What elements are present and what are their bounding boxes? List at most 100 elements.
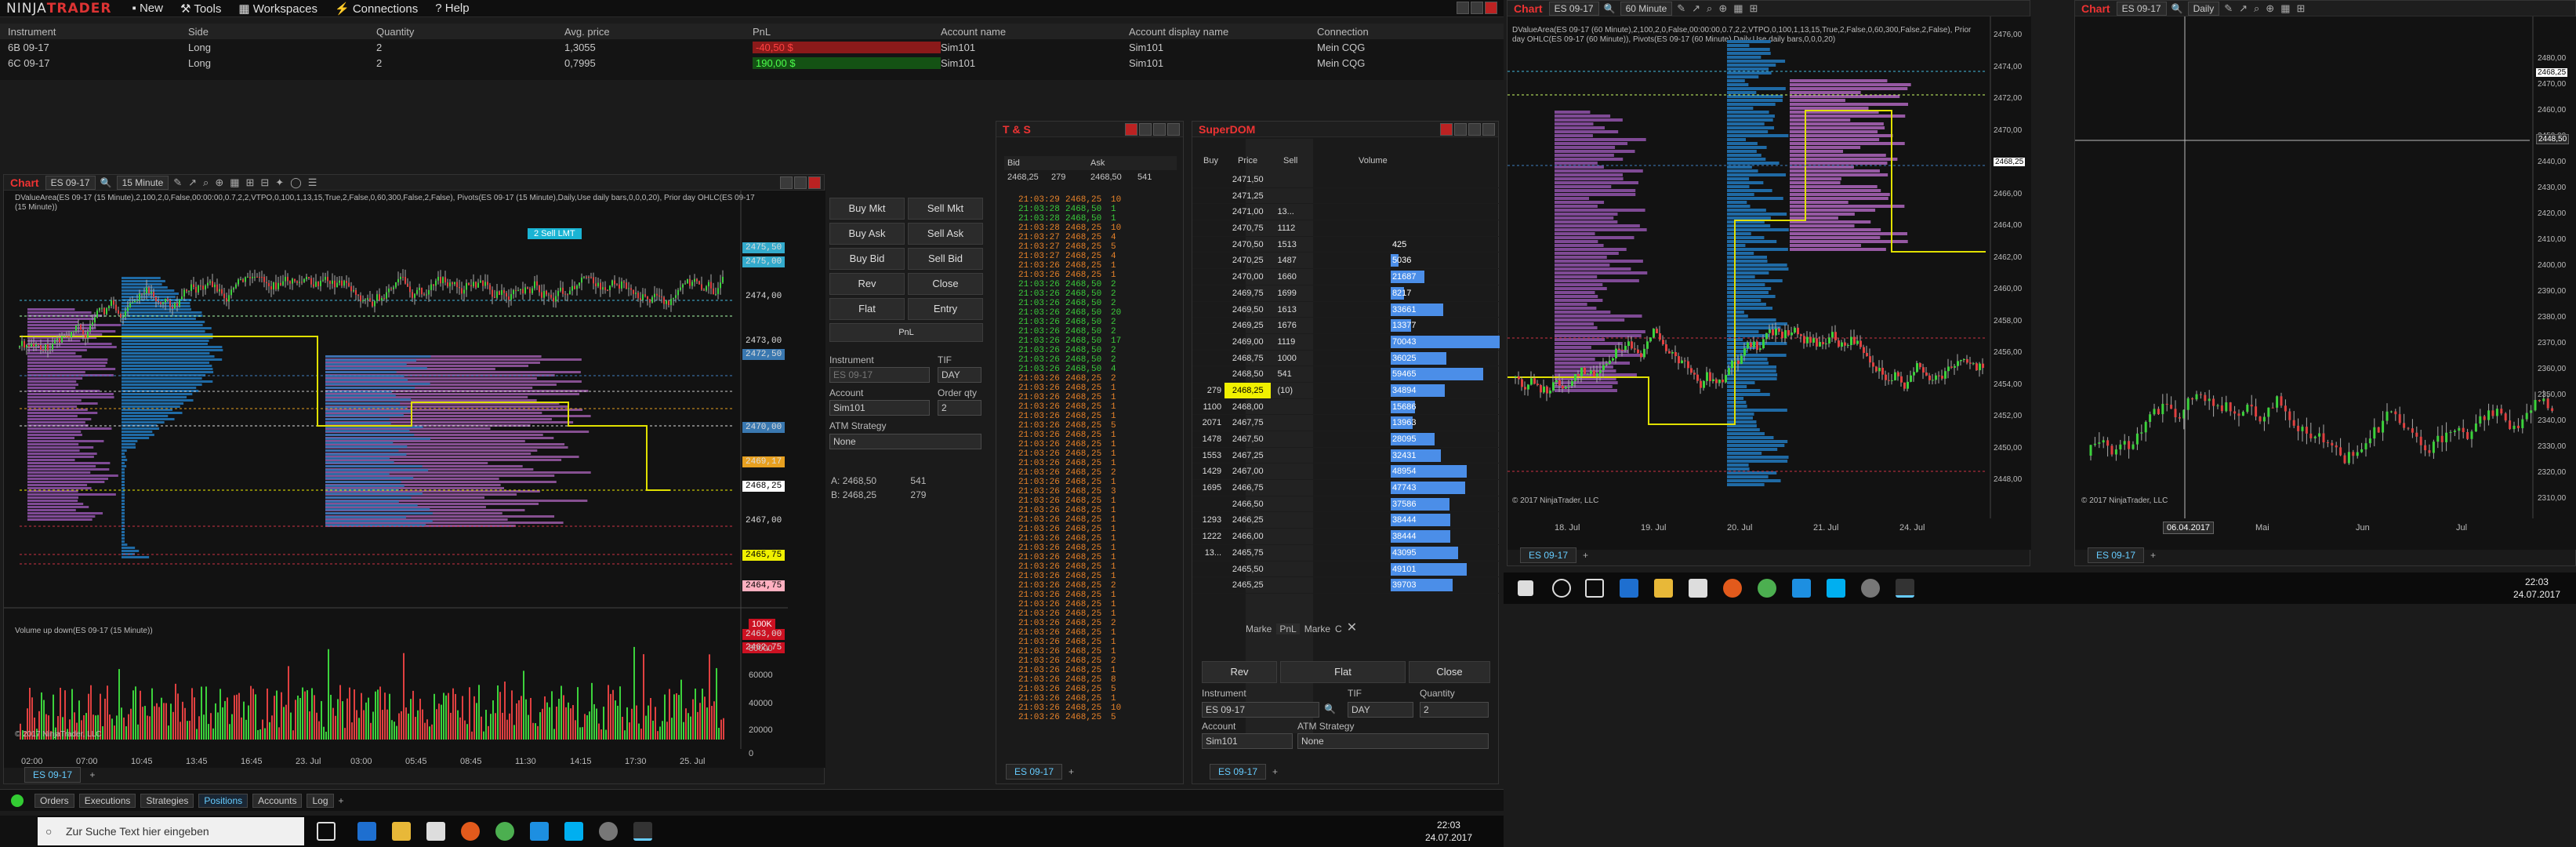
minimize-button[interactable]	[1139, 123, 1152, 136]
col-side[interactable]: Side	[188, 26, 376, 38]
search-icon[interactable]: 🔍	[100, 177, 112, 188]
app-icon[interactable]	[599, 822, 618, 841]
dom-row[interactable]: 2465,25 39703	[1192, 577, 1500, 594]
atm-strategy-select[interactable]: None	[829, 434, 981, 449]
chrome-icon[interactable]	[495, 822, 514, 841]
tab-positions[interactable]: Positions	[198, 794, 249, 808]
store-icon[interactable]	[1689, 579, 1707, 598]
ts-tab[interactable]: ES 09-17	[1006, 764, 1063, 780]
app-icon[interactable]	[1792, 579, 1811, 598]
dom-row[interactable]: 2469,00 1119 70043	[1192, 334, 1500, 351]
maximize-button[interactable]	[1153, 123, 1166, 136]
sell-market-button[interactable]: Sell Mkt	[908, 198, 983, 220]
dom-row[interactable]: 2471,00 13...	[1192, 204, 1500, 221]
dom-row[interactable]: 2471,25	[1192, 188, 1500, 205]
pnl-toggle[interactable]: PnL	[1276, 623, 1300, 634]
chart-canvas[interactable]: DValueArea(ES 09-17 (15 Minute),2,100,2,…	[4, 191, 825, 768]
tab-orders[interactable]: Orders	[34, 794, 74, 808]
instrument-field[interactable]: ES 09-17	[829, 367, 930, 383]
chart-canvas[interactable]: © 2017 NinjaTrader, LLC 06.04.2017 2480,…	[2075, 16, 2576, 550]
col-account-name[interactable]: Account name	[941, 26, 1129, 38]
app-icon[interactable]	[530, 822, 549, 841]
add-tab-button[interactable]: +	[1583, 550, 1588, 561]
menu-help[interactable]: ? Help	[435, 2, 469, 16]
interval-selector[interactable]: 60 Minute	[1620, 1, 1673, 16]
add-tab-button[interactable]: +	[339, 795, 344, 806]
restore-button[interactable]	[1167, 123, 1180, 136]
skype-icon[interactable]	[1827, 579, 1845, 598]
sell-ask-button[interactable]: Sell Ask	[908, 223, 983, 245]
add-tab-button[interactable]: +	[2150, 550, 2156, 561]
ninjatrader-taskbar-icon[interactable]	[633, 822, 652, 841]
marker-button[interactable]: Marke	[1246, 623, 1272, 634]
dom-row[interactable]: 2468,75 1000 36025	[1192, 351, 1500, 367]
firefox-icon[interactable]	[1723, 579, 1742, 598]
table-row[interactable]: 6C 09-17 Long 2 0,7995 190,00 $ Sim101 Sim101 M…	[0, 55, 1504, 71]
reverse-button[interactable]: Rev	[829, 273, 905, 295]
drawing-tools-icons[interactable]: ✎↗⌕⊕▦⊞	[2224, 2, 2311, 15]
quantity-stepper[interactable]: 2	[938, 400, 981, 416]
menu-workspaces[interactable]: ▦ Workspaces	[238, 2, 317, 16]
close-position-button[interactable]: Close	[908, 273, 983, 295]
dom-row[interactable]: 1222 2466,00 38444	[1192, 529, 1500, 545]
dom-row[interactable]: 1478 2467,50 28095	[1192, 431, 1500, 448]
reverse-button[interactable]: Rev	[1202, 661, 1277, 683]
maximize-button[interactable]	[794, 176, 807, 189]
tif-select[interactable]: DAY	[1348, 702, 1413, 718]
close-button[interactable]	[808, 176, 821, 189]
tab-accounts[interactable]: Accounts	[252, 794, 303, 808]
dom-row[interactable]: 2465,50 49101	[1192, 562, 1500, 578]
buy-market-button[interactable]: Buy Mkt	[829, 198, 905, 220]
superdom-tab[interactable]: ES 09-17	[1210, 764, 1267, 780]
account-select[interactable]: Sim101	[1202, 733, 1293, 749]
drawing-tools-icons[interactable]: ✎↗⌕⊕▦⊞⊟✦◯☰	[173, 176, 323, 189]
menu-connections[interactable]: ⚡ Connections	[335, 2, 418, 16]
dom-row[interactable]: 2468,50 541 59465	[1192, 366, 1500, 383]
dom-row[interactable]: 1429 2467,00 48954	[1192, 463, 1500, 481]
chart-tab[interactable]: ES 09-17	[1520, 547, 1577, 563]
search-icon[interactable]: 🔍	[1604, 3, 1616, 14]
close-button[interactable]	[1125, 123, 1137, 136]
dom-row[interactable]: 1695 2466,75 47743	[1192, 480, 1500, 496]
dom-row[interactable]: 1293 2466,25 38444	[1192, 512, 1500, 529]
interval-selector[interactable]: Daily	[2187, 1, 2220, 16]
buy-ask-button[interactable]: Buy Ask	[829, 223, 905, 245]
skype-icon[interactable]	[564, 822, 583, 841]
tab-log[interactable]: Log	[307, 794, 334, 808]
search-icon[interactable]: 🔍	[1324, 703, 1336, 714]
col-avg-price[interactable]: Avg. price	[564, 26, 753, 38]
dom-row[interactable]: 2469,75 1699 8217	[1192, 285, 1500, 302]
minimize-button[interactable]	[1454, 123, 1467, 136]
marker-button[interactable]: Marke	[1304, 623, 1330, 634]
instrument-selector[interactable]: ES 09-17	[45, 175, 96, 190]
sell-bid-button[interactable]: Sell Bid	[908, 248, 983, 270]
dom-row[interactable]: 2470,50 1513 425	[1192, 237, 1500, 253]
tab-executions[interactable]: Executions	[78, 794, 136, 808]
add-tab-button[interactable]: +	[1068, 766, 1074, 777]
menu-new[interactable]: ▪ New	[132, 2, 163, 16]
dom-ladder[interactable]: 2471,50 2471,25 2471,00 13... 2470,75 1112 247…	[1192, 172, 1500, 594]
minimize-button[interactable]	[1457, 2, 1469, 14]
cortana-icon[interactable]	[1552, 579, 1571, 598]
tab-strategies[interactable]: Strategies	[140, 794, 194, 808]
ninjatrader-taskbar-icon[interactable]	[1896, 579, 1914, 598]
chart-tab[interactable]: ES 09-17	[24, 767, 82, 783]
app-icon[interactable]	[1861, 579, 1880, 598]
instrument-selector[interactable]: ES 09-17	[2116, 1, 2167, 16]
task-view-icon[interactable]	[317, 822, 336, 841]
dom-row[interactable]: 279 2468,25 (10) 34894	[1192, 382, 1500, 399]
col-connection[interactable]: Connection	[1317, 26, 1504, 38]
clear-button[interactable]: C	[1335, 623, 1342, 634]
add-tab-button[interactable]: +	[89, 769, 95, 780]
drawing-tools-icons[interactable]: ✎↗⌕⊕▦⊞	[1677, 2, 1764, 15]
dom-row[interactable]: 2470,75 1112	[1192, 220, 1500, 237]
dom-row[interactable]: 2470,25 1487 5036	[1192, 253, 1500, 270]
buy-bid-button[interactable]: Buy Bid	[829, 248, 905, 270]
interval-selector[interactable]: 15 Minute	[116, 175, 169, 190]
explorer-icon[interactable]	[1654, 579, 1673, 598]
start-icon[interactable]	[1518, 580, 1533, 596]
chart-canvas[interactable]: DValueArea(ES 09-17 (60 Minute),2,100,2,…	[1508, 16, 2031, 550]
maximize-button[interactable]	[1471, 2, 1483, 14]
table-row[interactable]: 6B 09-17 Long 2 1,3055 -40,50 $ Sim101 Sim101 M…	[0, 39, 1504, 55]
col-quantity[interactable]: Quantity	[376, 26, 564, 38]
